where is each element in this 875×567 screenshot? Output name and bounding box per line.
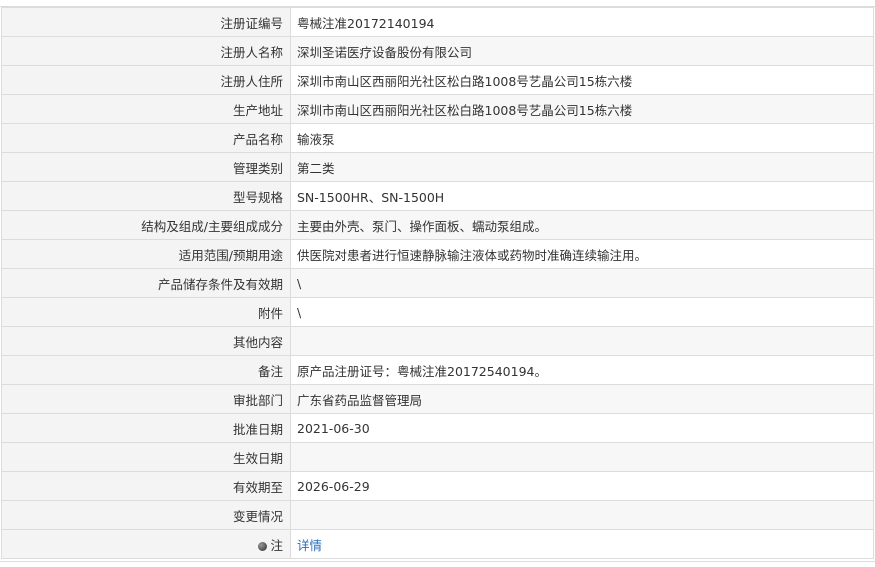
- row-value-structure: 主要由外壳、泵门、操作面板、蠕动泵组成。: [290, 210, 874, 240]
- row-value-management-category: 第二类: [290, 152, 874, 182]
- row-value-note: 详情: [290, 529, 874, 559]
- row-label-approval-date: 批准日期: [1, 413, 291, 443]
- row-value-approval-date: 2021-06-30: [290, 413, 874, 443]
- row-label-model-spec: 型号规格: [1, 181, 291, 211]
- row-label-note: 注: [1, 529, 291, 559]
- table-row: 变更情况: [1, 500, 874, 530]
- row-value-product-name: 输液泵: [290, 123, 874, 153]
- row-value-model-spec: SN-1500HR、SN-1500H: [290, 181, 874, 211]
- row-label-registrant-name: 注册人名称: [1, 36, 291, 66]
- details-link[interactable]: 详情: [297, 538, 322, 553]
- table-row: 生效日期: [1, 442, 874, 472]
- row-label-structure: 结构及组成/主要组成成分: [1, 210, 291, 240]
- row-value-effective-date: [290, 442, 874, 472]
- row-label-changes: 变更情况: [1, 500, 291, 530]
- row-label-storage: 产品储存条件及有效期: [1, 268, 291, 298]
- table-row: 管理类别 第二类: [1, 152, 874, 182]
- bottom-border: [0, 561, 875, 567]
- row-label-management-category: 管理类别: [1, 152, 291, 182]
- row-value-changes: [290, 500, 874, 530]
- note-bullet-icon: [258, 541, 268, 551]
- row-value-attachment: \: [290, 297, 874, 327]
- row-label-effective-date: 生效日期: [1, 442, 291, 472]
- row-label-production-address: 生产地址: [1, 94, 291, 124]
- table-row: 注册人住所 深圳市南山区西丽阳光社区松白路1008号艺晶公司15栋六楼: [1, 65, 874, 95]
- table-row: 型号规格 SN-1500HR、SN-1500H: [1, 181, 874, 211]
- row-value-valid-until: 2026-06-29: [290, 471, 874, 501]
- row-value-intended-use: 供医院对患者进行恒速静脉输注液体或药物时准确连续输注用。: [290, 239, 874, 269]
- row-label-product-name: 产品名称: [1, 123, 291, 153]
- row-value-registration-no: 粤械注准20172140194: [290, 7, 874, 37]
- row-value-storage: \: [290, 268, 874, 298]
- table-row: 产品名称 输液泵: [1, 123, 874, 153]
- top-border: [0, 0, 875, 7]
- table-row: 附件 \: [1, 297, 874, 327]
- table-row: 审批部门 广东省药品监督管理局: [1, 384, 874, 414]
- row-label-attachment: 附件: [1, 297, 291, 327]
- row-value-registrant-address: 深圳市南山区西丽阳光社区松白路1008号艺晶公司15栋六楼: [290, 65, 874, 95]
- table-row: 有效期至 2026-06-29: [1, 471, 874, 501]
- table-row: 生产地址 深圳市南山区西丽阳光社区松白路1008号艺晶公司15栋六楼: [1, 94, 874, 124]
- row-value-remarks: 原产品注册证号：粤械注准20172540194。: [290, 355, 874, 385]
- row-label-intended-use: 适用范围/预期用途: [1, 239, 291, 269]
- table-row: 批准日期 2021-06-30: [1, 413, 874, 443]
- table-row: 注册证编号 粤械注准20172140194: [1, 7, 874, 37]
- note-label-text: 注: [270, 537, 283, 553]
- registration-detail-page: 注册证编号 粤械注准20172140194 注册人名称 深圳圣诺医疗设备股份有限公司…: [0, 0, 875, 567]
- row-value-production-address: 深圳市南山区西丽阳光社区松白路1008号艺晶公司15栋六楼: [290, 94, 874, 124]
- row-label-registration-no: 注册证编号: [1, 7, 291, 37]
- registration-info-table: 注册证编号 粤械注准20172140194 注册人名称 深圳圣诺医疗设备股份有限公司…: [1, 7, 874, 559]
- table-row: 备注 原产品注册证号：粤械注准20172540194。: [1, 355, 874, 385]
- table-row: 注册人名称 深圳圣诺医疗设备股份有限公司: [1, 36, 874, 66]
- row-value-other: [290, 326, 874, 356]
- row-label-approval-dept: 审批部门: [1, 384, 291, 414]
- table-row: 其他内容: [1, 326, 874, 356]
- row-value-approval-dept: 广东省药品监督管理局: [290, 384, 874, 414]
- row-label-valid-until: 有效期至: [1, 471, 291, 501]
- row-label-remarks: 备注: [1, 355, 291, 385]
- row-label-registrant-address: 注册人住所: [1, 65, 291, 95]
- table-row: 结构及组成/主要组成成分 主要由外壳、泵门、操作面板、蠕动泵组成。: [1, 210, 874, 240]
- row-label-other: 其他内容: [1, 326, 291, 356]
- table-row: 注 详情: [1, 529, 874, 559]
- table-row: 适用范围/预期用途 供医院对患者进行恒速静脉输注液体或药物时准确连续输注用。: [1, 239, 874, 269]
- table-row: 产品储存条件及有效期 \: [1, 268, 874, 298]
- row-value-registrant-name: 深圳圣诺医疗设备股份有限公司: [290, 36, 874, 66]
